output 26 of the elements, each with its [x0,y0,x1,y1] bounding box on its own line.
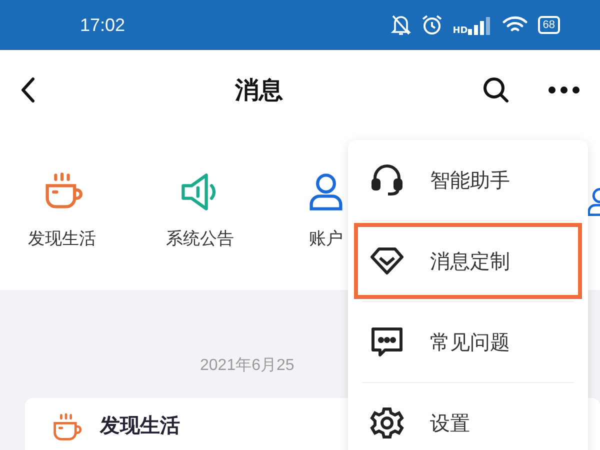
search-button[interactable] [482,76,510,104]
gear-icon [370,406,404,440]
search-icon [482,76,510,104]
card-title: 发现生活 [100,412,180,439]
headset-icon [370,163,404,197]
alarm-icon [420,14,443,36]
category-item[interactable]: 发现生活 [0,170,124,250]
status-time: 17:02 [80,14,126,36]
bell-muted-icon [390,14,411,36]
network-label: HD [452,26,468,36]
menu-item[interactable]: 消息定制 [354,223,582,299]
diamond-icon [370,246,404,276]
category-label: 账户 [309,228,343,250]
back-button[interactable] [20,77,36,103]
category-label: 发现生活 [28,228,96,250]
more-icon [548,86,580,94]
chat-icon [370,325,404,359]
menu-item[interactable]: 常见问题 [354,304,582,380]
page-title: 消息 [234,75,284,106]
date-label: 2021年6月25 [200,357,294,374]
back-icon [20,77,36,103]
battery-indicator: 68 [538,16,560,34]
category-item[interactable]: 系统公告 [124,170,276,250]
category-label: 系统公告 [166,228,234,250]
signal-icon [468,15,492,35]
more-button[interactable] [548,86,580,94]
